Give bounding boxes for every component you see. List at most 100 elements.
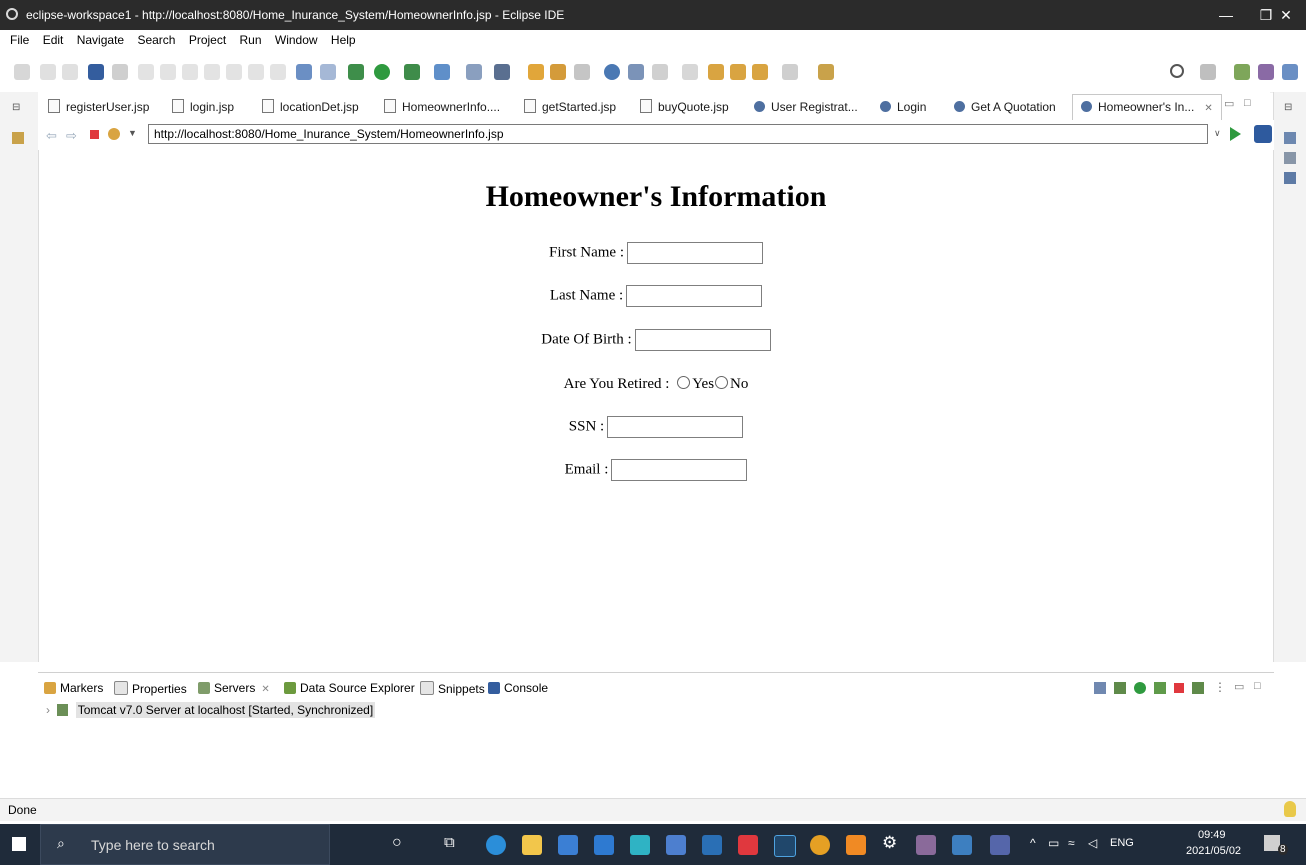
minimize-panel-icon[interactable]: ▭ [1234, 680, 1244, 693]
tab-homeownerinfo[interactable]: HomeownerInfo.... [384, 96, 500, 118]
eclipse-taskbar-icon[interactable] [916, 835, 936, 855]
tab-login-jsp[interactable]: login.jsp [172, 96, 234, 118]
save-icon[interactable] [40, 64, 56, 80]
debug-server-icon[interactable] [1114, 682, 1126, 694]
edge-icon[interactable] [486, 835, 506, 855]
last-edit-icon[interactable] [708, 64, 724, 80]
server-tree-item[interactable]: › Tomcat v7.0 Server at localhost [Start… [46, 702, 376, 718]
drop-to-frame-icon[interactable] [296, 64, 312, 80]
tab-login-web[interactable]: Login [880, 96, 926, 118]
tab-getstarted[interactable]: getStarted.jsp [524, 96, 616, 118]
tab-locationdet[interactable]: locationDet.jsp [262, 96, 359, 118]
stop-icon[interactable] [90, 130, 99, 139]
stop-server-icon[interactable] [1174, 683, 1184, 693]
menu-run[interactable]: Run [240, 30, 262, 50]
wifi-icon[interactable]: ≈ [1068, 836, 1075, 850]
refresh-icon[interactable] [108, 128, 120, 140]
battery-icon[interactable]: ▭ [1048, 836, 1059, 850]
menu-help[interactable]: Help [331, 30, 356, 50]
lightbulb-icon[interactable] [1284, 801, 1296, 817]
vlc-icon[interactable] [846, 835, 866, 855]
email-input[interactable] [611, 459, 748, 481]
volume-icon[interactable]: ◁ [1088, 836, 1097, 850]
project-explorer-icon[interactable] [12, 132, 24, 144]
app-icon-2[interactable] [666, 835, 686, 855]
pin-editor-icon[interactable] [818, 64, 834, 80]
tab-buyquote[interactable]: buyQuote.jsp [640, 96, 729, 118]
external-tools-icon[interactable] [434, 64, 450, 80]
task-view-icon[interactable]: ⧉ [444, 834, 455, 851]
debug-perspective-icon[interactable] [1258, 64, 1274, 80]
forward-icon[interactable] [782, 64, 798, 80]
chrome-icon[interactable] [810, 835, 830, 855]
history-dropdown-icon[interactable]: ▼ [128, 128, 137, 138]
app-icon-4[interactable] [952, 835, 972, 855]
settings-icon[interactable]: ⚙ [882, 833, 897, 853]
tab-close-icon[interactable]: ✕ [1204, 103, 1212, 114]
tab-snippets[interactable]: Snippets [420, 681, 485, 696]
taskbar-search-box[interactable]: ⌕ Type here to search [40, 824, 330, 865]
terminal-icon[interactable] [88, 64, 104, 80]
store-icon[interactable] [558, 835, 578, 855]
tab-get-quotation[interactable]: Get A Quotation [954, 96, 1056, 118]
mail-icon[interactable] [594, 835, 614, 855]
app-icon-1[interactable] [630, 835, 650, 855]
app-icon-3[interactable] [702, 835, 722, 855]
menu-edit[interactable]: Edit [43, 30, 64, 50]
retired-yes-radio[interactable] [677, 376, 691, 389]
restore-icon[interactable]: ⊟ [12, 102, 20, 113]
save-all-icon[interactable] [62, 64, 78, 80]
forward-arrow-icon[interactable] [752, 64, 768, 80]
use-step-filters-icon[interactable] [320, 64, 336, 80]
java-perspective-icon[interactable] [1282, 64, 1298, 80]
resume-icon[interactable] [138, 64, 154, 80]
tab-homeowner-active[interactable]: Homeowner's In... ✕ [1072, 94, 1222, 121]
url-dropdown-icon[interactable]: ∨ [1214, 128, 1221, 139]
open-task-icon[interactable] [550, 64, 566, 80]
menu-file[interactable]: File [10, 30, 29, 50]
annotation-icon[interactable] [652, 64, 668, 80]
step-return-icon[interactable] [270, 64, 286, 80]
photoshop-icon[interactable] [774, 835, 796, 857]
task-list-icon[interactable] [1284, 152, 1296, 164]
tab-markers[interactable]: Markers [44, 681, 103, 695]
maximize-editor-icon[interactable]: □ [1244, 97, 1251, 109]
servers-close-icon[interactable]: ✕ [261, 684, 269, 695]
profile-server-icon[interactable] [1154, 682, 1166, 694]
skip-breakpoints-icon[interactable] [112, 64, 128, 80]
dob-input[interactable] [634, 329, 771, 351]
tab-console[interactable]: Console [488, 681, 548, 695]
back-arrow-icon[interactable]: ⇦ [46, 128, 57, 144]
cortana-icon[interactable]: ○ [392, 834, 402, 852]
menu-search[interactable]: Search [137, 30, 175, 50]
url-input[interactable] [148, 124, 1208, 144]
start-server-icon[interactable] [1134, 682, 1146, 694]
tray-chevron-icon[interactable]: ^ [1030, 836, 1036, 850]
back-icon[interactable] [730, 64, 746, 80]
next-annotation-icon[interactable] [682, 64, 698, 80]
minimize-editor-icon[interactable]: ▭ [1224, 97, 1234, 110]
search-icon[interactable] [1170, 64, 1184, 78]
outline-icon[interactable] [1284, 132, 1296, 144]
minimize-button[interactable]: — [1206, 0, 1246, 30]
open-perspective-icon[interactable] [1200, 64, 1216, 80]
clock-date[interactable]: 2021/05/02 [1186, 845, 1241, 857]
collapse-all-icon[interactable] [1094, 682, 1106, 694]
debug-icon[interactable] [348, 64, 364, 80]
disconnect-icon[interactable] [204, 64, 220, 80]
coverage-icon[interactable] [404, 64, 420, 80]
new-server-icon[interactable] [466, 64, 482, 80]
menu-navigate[interactable]: Navigate [77, 30, 124, 50]
ssn-input[interactable] [607, 416, 744, 438]
windows-start-icon[interactable] [12, 837, 26, 851]
new-icon[interactable] [14, 64, 30, 80]
step-into-icon[interactable] [226, 64, 242, 80]
tab-data-source-explorer[interactable]: Data Source Explorer [284, 681, 415, 695]
maximize-panel-icon[interactable]: □ [1254, 680, 1261, 692]
expand-chevron-icon[interactable]: › [46, 703, 50, 717]
terminate-icon[interactable] [182, 64, 198, 80]
last-name-input[interactable] [626, 285, 763, 307]
go-icon[interactable] [1230, 127, 1241, 141]
jee-perspective-icon[interactable] [1234, 64, 1250, 80]
pen-icon[interactable] [574, 64, 590, 80]
